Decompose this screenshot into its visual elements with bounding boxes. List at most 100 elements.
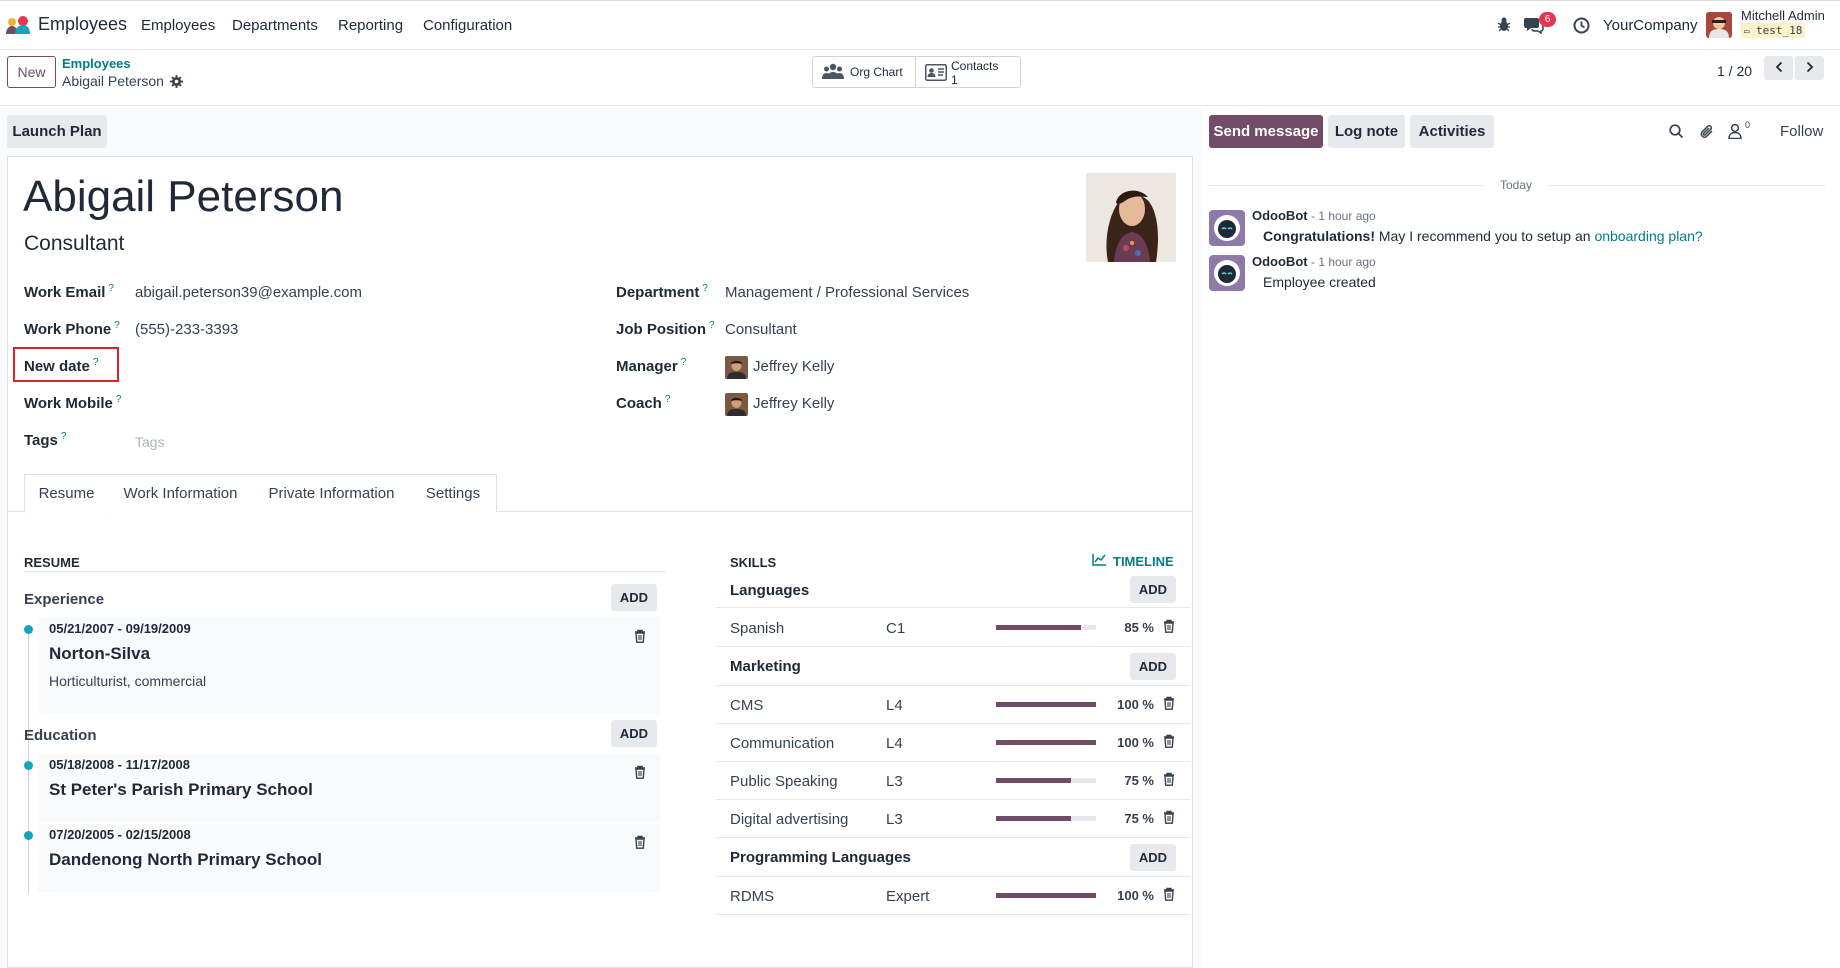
skill-level: L3: [886, 773, 903, 790]
employee-name[interactable]: Abigail Peterson: [23, 172, 343, 222]
chevron-right-icon: [1806, 60, 1814, 77]
trash-icon[interactable]: [634, 835, 646, 852]
paperclip-icon[interactable]: [1699, 123, 1715, 143]
pager-value[interactable]: 1 / 20: [1717, 63, 1752, 79]
trash-icon[interactable]: [1163, 734, 1175, 752]
skill-row[interactable]: RDMS Expert 100 %: [716, 877, 1190, 915]
skill-add-button[interactable]: ADD: [1130, 844, 1176, 871]
menu-departments[interactable]: Departments: [232, 17, 318, 34]
experience-add-button[interactable]: ADD: [611, 584, 657, 611]
help-tooltip[interactable]: ?: [93, 357, 99, 368]
tags-input[interactable]: Tags: [135, 434, 165, 450]
message-bold-text: Congratulations!: [1263, 228, 1375, 244]
send-message-button[interactable]: Send message: [1209, 115, 1323, 148]
help-tooltip[interactable]: ?: [709, 320, 715, 331]
skill-row[interactable]: Spanish C1 85 %: [716, 609, 1190, 647]
trash-icon[interactable]: [1163, 696, 1175, 714]
user-name[interactable]: Mitchell Admin: [1741, 8, 1825, 23]
tab-private-information[interactable]: Private Information: [253, 474, 411, 512]
contacts-button[interactable]: Contacts 1: [915, 56, 1021, 88]
debug-bug-icon[interactable]: [1497, 17, 1511, 36]
skill-row[interactable]: Digital advertising L3 75 %: [716, 800, 1190, 838]
database-badge: ▭ test_18: [1741, 23, 1806, 38]
work-mobile-input[interactable]: [135, 395, 585, 415]
work-email-value[interactable]: abigail.peterson39@example.com: [135, 284, 362, 301]
follow-button[interactable]: Follow: [1780, 123, 1823, 140]
help-tooltip[interactable]: ?: [108, 283, 114, 294]
trash-icon[interactable]: [634, 629, 646, 646]
work-phone-value[interactable]: (555)-233-3393: [135, 321, 238, 338]
help-tooltip[interactable]: ?: [61, 431, 67, 442]
trash-icon[interactable]: [1163, 619, 1175, 637]
trash-icon[interactable]: [1163, 772, 1175, 790]
manager-value[interactable]: Jeffrey Kelly: [753, 358, 834, 375]
breadcrumb-parent[interactable]: Employees: [62, 56, 131, 71]
trash-icon[interactable]: [1163, 810, 1175, 828]
message-author[interactable]: OdooBot: [1252, 254, 1308, 269]
help-tooltip[interactable]: ?: [114, 320, 120, 331]
user-avatar[interactable]: [1706, 12, 1732, 38]
timeline-button[interactable]: TIMELINE: [1092, 553, 1174, 569]
skill-progress-bar: [996, 778, 1096, 783]
log-note-button[interactable]: Log note: [1328, 115, 1405, 148]
menu-employees[interactable]: Employees: [141, 17, 215, 34]
tab-settings[interactable]: Settings: [410, 474, 497, 512]
skill-row[interactable]: Public Speaking L3 75 %: [716, 762, 1190, 800]
org-chart-label: Org Chart: [850, 65, 903, 79]
skill-level: L4: [886, 735, 903, 752]
skill-name: RDMS: [730, 888, 775, 905]
app-name[interactable]: Employees: [38, 14, 127, 35]
activity-clock-icon[interactable]: [1573, 17, 1590, 37]
skill-progress-bar: [996, 816, 1096, 821]
new-button[interactable]: New: [7, 56, 56, 88]
menu-reporting[interactable]: Reporting: [338, 17, 403, 34]
database-name: test_18: [1756, 24, 1803, 37]
skill-progress-bar: [996, 740, 1096, 745]
department-value[interactable]: Management / Professional Services: [725, 284, 969, 301]
skill-add-button[interactable]: ADD: [1130, 653, 1176, 680]
trash-icon[interactable]: [634, 765, 646, 782]
employee-job-title[interactable]: Consultant: [24, 232, 124, 256]
skill-row[interactable]: Communication L4 100 %: [716, 724, 1190, 762]
pager-previous-button[interactable]: [1764, 56, 1793, 80]
followers-user-icon[interactable]: [1728, 123, 1742, 142]
new-date-input[interactable]: [135, 358, 585, 378]
skill-category-row: Languages: [716, 574, 1190, 608]
trash-icon[interactable]: [1163, 887, 1175, 905]
employee-photo[interactable]: [1086, 173, 1176, 262]
message-author[interactable]: OdooBot: [1252, 208, 1308, 223]
skill-row[interactable]: CMS L4 100 %: [716, 686, 1190, 724]
tab-resume[interactable]: Resume: [24, 474, 109, 513]
help-tooltip[interactable]: ?: [665, 394, 671, 405]
activities-button[interactable]: Activities: [1410, 115, 1494, 148]
education-add-button[interactable]: ADD: [611, 720, 657, 747]
pager-next-button[interactable]: [1795, 56, 1824, 80]
help-tooltip[interactable]: ?: [116, 394, 122, 405]
manager-label: Manager?: [616, 357, 687, 375]
resume-line-name: Dandenong North Primary School: [49, 850, 322, 869]
coach-value[interactable]: Jeffrey Kelly: [753, 395, 834, 412]
skill-add-button[interactable]: ADD: [1130, 576, 1176, 603]
skill-name: Digital advertising: [730, 811, 849, 828]
tab-work-information[interactable]: Work Information: [108, 474, 254, 512]
skill-level: C1: [886, 620, 906, 637]
skill-progress-bar: [996, 893, 1096, 898]
company-switcher[interactable]: YourCompany: [1603, 17, 1698, 34]
timeline-dot: [24, 625, 33, 634]
onboarding-plan-link[interactable]: onboarding plan?: [1594, 228, 1702, 244]
job-position-value[interactable]: Consultant: [725, 321, 797, 338]
org-chart-button[interactable]: Org Chart: [812, 56, 916, 88]
resume-line-dates: 05/18/2008 - 11/17/2008: [49, 757, 190, 772]
launch-plan-button[interactable]: Launch Plan: [7, 115, 107, 148]
message-body: Congratulations! May I recommend you to …: [1263, 228, 1703, 244]
skill-name: Communication: [730, 735, 835, 752]
app-logo-icon[interactable]: [5, 15, 31, 38]
settings-gear-icon[interactable]: [170, 75, 183, 91]
search-icon[interactable]: [1669, 124, 1684, 142]
resume-line-name: Norton-Silva: [49, 644, 151, 663]
resume-line-dates: 07/20/2005 - 02/15/2008: [49, 827, 191, 842]
help-tooltip[interactable]: ?: [681, 357, 687, 368]
help-tooltip[interactable]: ?: [702, 283, 708, 294]
menu-configuration[interactable]: Configuration: [423, 17, 512, 34]
timeline-label: TIMELINE: [1113, 553, 1174, 569]
